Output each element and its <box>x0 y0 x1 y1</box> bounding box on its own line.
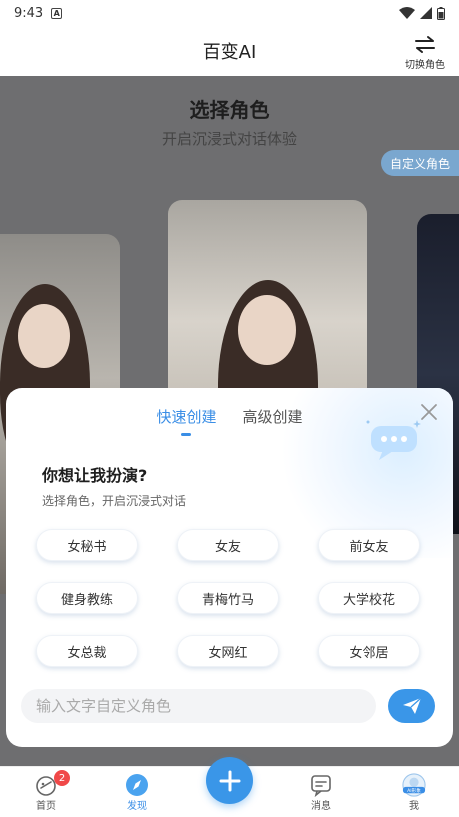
notification-a-icon: A <box>51 7 63 19</box>
nav-discover[interactable]: 发现 <box>107 773 167 812</box>
signal-icon <box>420 7 432 19</box>
ai-avatar-icon: AI形象 <box>402 773 426 797</box>
character-face <box>238 295 296 365</box>
role-option[interactable]: 前女友 <box>318 529 420 561</box>
tab-active-indicator <box>181 433 192 436</box>
prompt-subtitle: 选择角色，开启沉浸式对话 <box>42 494 187 508</box>
role-option[interactable]: 女邻居 <box>318 635 420 667</box>
nav-label: 发现 <box>127 801 147 812</box>
tab-quick-create[interactable]: 快速创建 <box>156 406 217 436</box>
role-option[interactable]: 大学校花 <box>318 582 420 614</box>
tab-label: 快速创建 <box>156 408 217 426</box>
role-option[interactable]: 健身教练 <box>36 582 138 614</box>
send-button[interactable] <box>388 689 435 723</box>
nav-me[interactable]: AI形象 我 <box>384 773 444 812</box>
status-time: 9:43 <box>14 5 44 21</box>
create-role-modal: 快速创建 高级创建 你想让我扮演? 选择角色，开启沉浸式对话 女秘书 女友 前女… <box>6 388 453 747</box>
send-icon <box>402 697 421 714</box>
hero-title: 选择角色 <box>189 98 270 122</box>
role-option[interactable]: 女友 <box>177 529 279 561</box>
tab-label: 高级创建 <box>242 408 303 426</box>
character-face <box>18 304 70 368</box>
role-option[interactable]: 青梅竹马 <box>177 582 279 614</box>
create-plus-button[interactable] <box>206 757 253 804</box>
custom-role-input[interactable] <box>36 697 376 715</box>
switch-role-button[interactable]: 切换角色 <box>405 34 445 71</box>
message-icon <box>311 775 331 797</box>
status-bar: 9:43 A <box>0 0 459 26</box>
custom-role-button[interactable]: 自定义角色 <box>381 150 459 176</box>
nav-home[interactable]: 2 首页 <box>16 770 76 812</box>
prompt-title: 你想让我扮演? <box>42 466 148 485</box>
custom-role-input-wrapper <box>21 689 376 723</box>
wifi-icon <box>399 7 415 19</box>
switch-role-label: 切换角色 <box>405 60 445 71</box>
swap-arrows-icon <box>415 36 435 53</box>
hero-subtitle: 开启沉浸式对话体验 <box>161 130 297 148</box>
nav-label: 消息 <box>311 801 331 812</box>
unread-badge: 2 <box>54 770 70 786</box>
app-header: 百变AI 切换角色 <box>0 26 459 76</box>
plus-icon <box>219 770 240 791</box>
nav-messages[interactable]: 消息 <box>291 773 351 812</box>
chat-bubble-icon <box>366 420 421 460</box>
nav-label: 首页 <box>36 801 56 812</box>
role-option[interactable]: 女总裁 <box>36 635 138 667</box>
role-option[interactable]: 女秘书 <box>36 529 138 561</box>
battery-icon <box>437 6 445 20</box>
close-icon[interactable] <box>419 402 439 422</box>
role-option[interactable]: 女网红 <box>177 635 279 667</box>
tab-advanced-create[interactable]: 高级创建 <box>243 406 303 427</box>
compass-icon <box>126 774 148 796</box>
app-title: 百变AI <box>202 42 257 63</box>
nav-label: 我 <box>409 801 419 812</box>
role-options-grid: 女秘书 女友 前女友 健身教练 青梅竹马 大学校花 女总裁 女网红 女邻居 <box>36 529 422 667</box>
